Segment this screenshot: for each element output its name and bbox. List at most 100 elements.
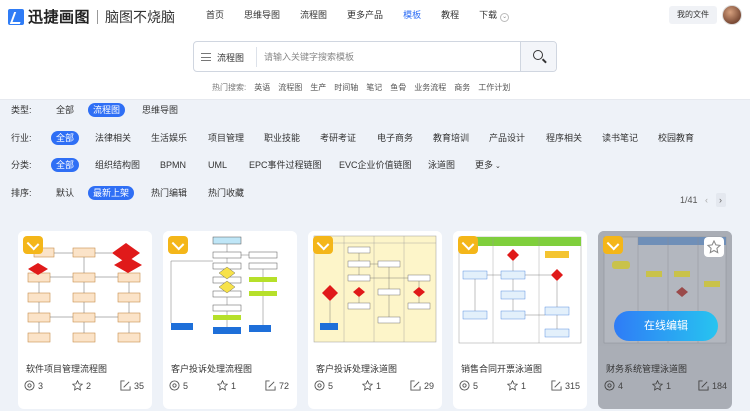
vip-crown-icon: [458, 236, 478, 254]
vip-crown-icon: [603, 236, 623, 254]
template-title: 客户投诉处理流程图: [171, 364, 253, 374]
search-divider: [256, 47, 257, 67]
likes-stat[interactable]: 1: [652, 380, 671, 391]
filter-type-mindmap[interactable]: 思维导图: [137, 103, 183, 117]
template-title: 销售合同开票泳道图: [461, 364, 543, 374]
edits-stat: 315: [551, 380, 580, 391]
template-stats: 5 1 315: [459, 380, 581, 394]
nav-mindmap[interactable]: 思维导图: [244, 10, 280, 24]
likes-count: 1: [231, 380, 237, 391]
filter-industry-option[interactable]: 法律相关: [90, 131, 136, 145]
filter-category-option[interactable]: 泳道图: [423, 158, 460, 172]
hot-term[interactable]: 笔记: [366, 82, 382, 93]
eye-icon: [604, 380, 615, 391]
likes-stat[interactable]: 1: [362, 380, 381, 391]
filter-industry-option[interactable]: 项目管理: [203, 131, 249, 145]
filter-category-option[interactable]: EPC事件过程链图: [244, 158, 327, 172]
star-icon: [217, 380, 228, 391]
likes-stat[interactable]: 1: [217, 380, 236, 391]
filter-category-option[interactable]: 全部: [51, 158, 80, 172]
next-page-button[interactable]: ›: [715, 193, 726, 207]
template-stats: 3 2 35: [24, 380, 146, 394]
edits-count: 184: [712, 380, 728, 391]
template-card[interactable]: 客户投诉处理泳道图 5 1 29: [308, 231, 442, 409]
filter-category-option[interactable]: BPMN: [155, 158, 191, 172]
views-count: 3: [38, 380, 44, 391]
search-input[interactable]: [264, 49, 514, 65]
edits-count: 35: [134, 380, 145, 391]
filter-industry-option[interactable]: 读书笔记: [597, 131, 643, 145]
filter-type-all[interactable]: 全部: [51, 103, 79, 117]
filter-industry-option[interactable]: 教育培训: [428, 131, 474, 145]
hot-term[interactable]: 鱼骨: [390, 82, 406, 93]
nav-tutorials[interactable]: 教程: [441, 10, 459, 24]
edits-stat: 29: [410, 380, 434, 391]
likes-stat[interactable]: 1: [507, 380, 526, 391]
filter-industry-option[interactable]: 全部: [51, 131, 80, 145]
sort-option[interactable]: 默认: [51, 186, 79, 200]
template-card[interactable]: 销售合同开票泳道图 5 1 315: [453, 231, 587, 409]
template-card[interactable]: 软件项目管理流程图 3 2 35: [18, 231, 152, 409]
brand-name: 迅捷画图: [28, 9, 91, 26]
eye-icon: [314, 380, 325, 391]
vip-crown-icon: [23, 236, 43, 254]
filter-industry-option[interactable]: 电子商务: [372, 131, 418, 145]
hot-term[interactable]: 生产: [310, 82, 326, 93]
search-category[interactable]: 流程图: [217, 51, 244, 64]
filter-category-more[interactable]: 更多 ⌄: [470, 158, 506, 172]
chevron-down-icon: ⌄: [495, 163, 501, 170]
sort-option[interactable]: 热门编辑: [146, 186, 192, 200]
filter-industry-option[interactable]: 产品设计: [484, 131, 530, 145]
star-icon: [652, 380, 663, 391]
filter-industry-option[interactable]: 生活娱乐: [146, 131, 192, 145]
favorite-button[interactable]: [704, 237, 724, 257]
nav-more-products[interactable]: 更多产品: [347, 10, 383, 24]
sort-option[interactable]: 最新上架: [88, 186, 135, 200]
search-button[interactable]: [520, 42, 556, 71]
edits-count: 315: [565, 380, 581, 391]
views-stat: 5: [459, 380, 478, 391]
edit-online-button[interactable]: 在线编辑: [614, 311, 718, 341]
main-nav: 首页 思维导图 流程图 更多产品 模板 教程 下载 ⌄: [206, 10, 529, 24]
hot-term[interactable]: 工作计划: [478, 82, 510, 93]
edits-stat: 35: [120, 380, 144, 391]
filter-type-label: 类型:: [11, 105, 32, 115]
filter-industry-option[interactable]: 职业技能: [259, 131, 305, 145]
filter-industry-option[interactable]: 程序相关: [541, 131, 587, 145]
filter-category-option[interactable]: EVC企业价值链图: [334, 158, 417, 172]
menu-icon[interactable]: [201, 53, 211, 61]
hot-term[interactable]: 时间轴: [334, 82, 358, 93]
hot-term[interactable]: 流程图: [278, 82, 302, 93]
logo-divider: [97, 9, 99, 24]
hot-term[interactable]: 业务流程: [414, 82, 446, 93]
views-count: 4: [618, 380, 624, 391]
views-count: 5: [473, 380, 479, 391]
filter-category-option[interactable]: 组织结构图: [90, 158, 145, 172]
nav-templates[interactable]: 模板: [403, 10, 421, 24]
likes-count: 2: [86, 380, 92, 391]
template-card[interactable]: 在线编辑 财务系统管理泳道图 4 1 184: [598, 231, 732, 409]
hot-term[interactable]: 商务: [454, 82, 470, 93]
logo[interactable]: 迅捷画图 脑图不烧脑: [8, 6, 175, 27]
avatar[interactable]: [722, 5, 742, 25]
nav-flowchart[interactable]: 流程图: [300, 10, 327, 24]
sort-option[interactable]: 热门收藏: [203, 186, 249, 200]
views-count: 5: [328, 380, 334, 391]
nav-download[interactable]: 下载 ⌄: [479, 10, 510, 24]
filter-type-flowchart[interactable]: 流程图: [88, 103, 126, 117]
filter-industry-option[interactable]: 考研考证: [315, 131, 361, 145]
nav-home[interactable]: 首页: [206, 10, 224, 24]
views-stat: 3: [24, 380, 43, 391]
search-bar: 流程图: [193, 41, 557, 72]
filter-industry-option[interactable]: 校园教育: [653, 131, 699, 145]
prev-page-button[interactable]: ‹: [702, 193, 712, 207]
my-files-button[interactable]: 我的文件: [669, 6, 717, 24]
eye-icon: [169, 380, 180, 391]
template-title: 软件项目管理流程图: [26, 364, 108, 374]
filter-industry-label: 行业:: [11, 133, 32, 143]
vip-crown-icon: [313, 236, 333, 254]
template-card[interactable]: 客户投诉处理流程图 5 1 72: [163, 231, 297, 409]
hot-term[interactable]: 英语: [254, 82, 270, 93]
likes-stat[interactable]: 2: [72, 380, 91, 391]
filter-category-option[interactable]: UML: [203, 158, 232, 172]
